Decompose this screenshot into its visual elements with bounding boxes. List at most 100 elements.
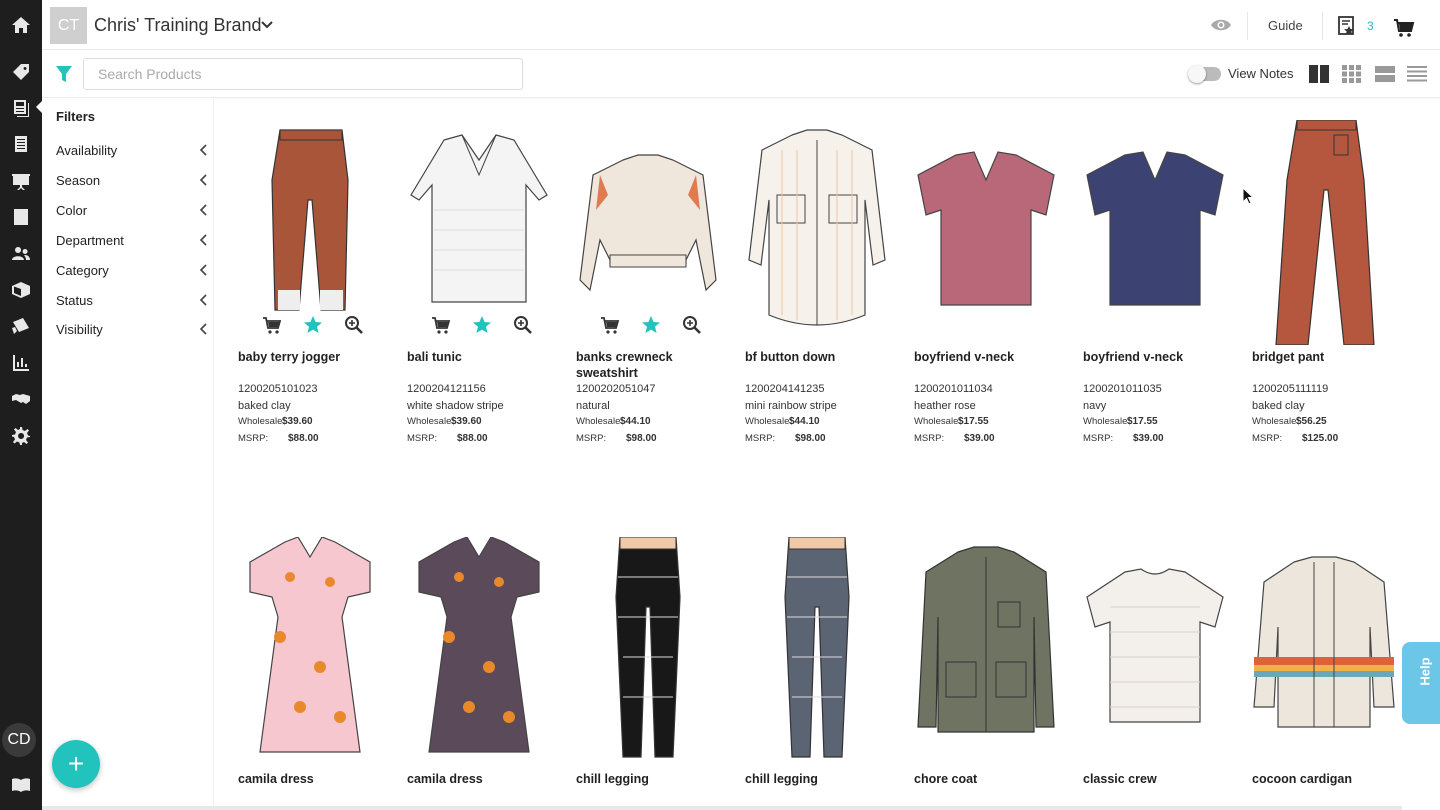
- add-product-button[interactable]: +: [52, 740, 100, 788]
- help-tab[interactable]: Help: [1402, 642, 1440, 724]
- notes-star-icon[interactable]: [1338, 16, 1356, 36]
- product-name[interactable]: classic crew: [1083, 771, 1233, 787]
- filter-availability[interactable]: Availability: [56, 141, 210, 161]
- tag-icon[interactable]: [7, 58, 35, 86]
- orders-icon[interactable]: [7, 312, 35, 340]
- vneck-sketch-icon[interactable]: [1075, 120, 1235, 345]
- checklist-icon[interactable]: [7, 203, 35, 231]
- product-name[interactable]: banks crewneck sweatshirt: [576, 349, 726, 381]
- chevron-left-icon: [199, 204, 207, 216]
- settings-gear-icon[interactable]: [7, 422, 35, 450]
- brand-name[interactable]: Chris' Training Brand: [94, 15, 262, 36]
- view-notes-toggle[interactable]: [1188, 65, 1221, 83]
- legging-sketch-icon[interactable]: [568, 536, 728, 762]
- eye-icon[interactable]: [1210, 16, 1232, 34]
- filter-department[interactable]: Department: [56, 231, 210, 251]
- cart-icon[interactable]: [1393, 18, 1415, 38]
- msrp-price: $98.00: [626, 433, 657, 444]
- filters-panel: Filters Availability Season Color Depart…: [42, 98, 214, 810]
- customers-icon[interactable]: [7, 240, 35, 268]
- pant-sketch-icon[interactable]: [1244, 119, 1404, 346]
- add-to-cart-icon[interactable]: [431, 315, 451, 335]
- zoom-in-icon[interactable]: [682, 315, 702, 335]
- favorite-star-icon[interactable]: [641, 315, 661, 335]
- reports-chart-icon[interactable]: [7, 349, 35, 377]
- favorite-star-icon[interactable]: [472, 315, 492, 335]
- product-name[interactable]: chore coat: [914, 771, 1064, 787]
- inventory-box-icon[interactable]: [7, 276, 35, 304]
- filter-funnel-icon[interactable]: [55, 65, 73, 83]
- filter-label: Availability: [56, 143, 118, 158]
- linesheet-icon[interactable]: [7, 94, 35, 122]
- filter-status[interactable]: Status: [56, 291, 210, 311]
- product-name[interactable]: boyfriend v-neck: [914, 349, 1064, 365]
- home-icon[interactable]: [7, 11, 35, 39]
- brand-logo[interactable]: CT: [50, 7, 87, 44]
- book-icon[interactable]: [7, 771, 35, 799]
- product-name[interactable]: bridget pant: [1252, 349, 1402, 365]
- product-name[interactable]: bali tunic: [407, 349, 557, 365]
- handshake-icon[interactable]: [7, 385, 35, 413]
- product-name[interactable]: camila dress: [407, 771, 557, 787]
- msrp-label: MSRP:: [576, 433, 607, 444]
- cardigan-sketch-icon[interactable]: [1244, 537, 1404, 762]
- wholesale-label: Wholesale:: [576, 416, 623, 427]
- guide-link[interactable]: Guide: [1268, 18, 1303, 33]
- view-notes-label: View Notes: [1228, 66, 1294, 81]
- view-small-grid-icon[interactable]: [1342, 65, 1362, 83]
- wholesale-label: Wholesale:: [745, 416, 792, 427]
- wholesale-price: $39.60: [451, 416, 482, 427]
- vneck-sketch-icon[interactable]: [906, 120, 1066, 345]
- product-name[interactable]: boyfriend v-neck: [1083, 349, 1233, 365]
- product-sku: 1200204141235: [745, 383, 825, 395]
- notes-count-badge[interactable]: 3: [1367, 19, 1374, 33]
- toggle-knob: [1188, 65, 1206, 83]
- tunic-sketch-icon[interactable]: [399, 120, 559, 345]
- chevron-left-icon: [199, 294, 207, 306]
- msrp-label: MSRP:: [238, 433, 269, 444]
- chevron-down-icon[interactable]: [260, 18, 274, 32]
- chevron-left-icon: [199, 234, 207, 246]
- zoom-in-icon[interactable]: [344, 315, 364, 335]
- filter-color[interactable]: Color: [56, 201, 210, 221]
- app: CD CT Chris' Training Brand Guide 3 View…: [0, 0, 1440, 810]
- filter-visibility[interactable]: Visibility: [56, 320, 210, 340]
- favorite-star-icon[interactable]: [303, 315, 323, 335]
- catalog-icon[interactable]: [7, 130, 35, 158]
- add-to-cart-icon[interactable]: [600, 315, 620, 335]
- view-list-icon[interactable]: [1407, 65, 1427, 83]
- product-name[interactable]: chill legging: [745, 771, 895, 787]
- user-avatar[interactable]: CD: [2, 723, 36, 757]
- filter-category[interactable]: Category: [56, 261, 210, 281]
- tee-sketch-icon[interactable]: [1075, 537, 1235, 762]
- shirt-sketch-icon[interactable]: [737, 120, 897, 345]
- product-name[interactable]: bf button down: [745, 349, 895, 365]
- product-color: white shadow stripe: [407, 400, 504, 412]
- filters-title: Filters: [56, 109, 96, 124]
- product-sku: 1200205111119: [1252, 383, 1329, 395]
- filter-season[interactable]: Season: [56, 171, 210, 191]
- view-large-grid-icon[interactable]: [1309, 65, 1329, 83]
- dress-sketch-icon[interactable]: [399, 536, 559, 762]
- horizontal-scrollbar[interactable]: [42, 806, 1402, 810]
- product-name[interactable]: cocoon cardigan: [1252, 771, 1402, 787]
- product-name[interactable]: camila dress: [238, 771, 388, 787]
- coat-sketch-icon[interactable]: [906, 537, 1066, 762]
- product-sku: 1200205101023: [238, 383, 318, 395]
- view-rows-icon[interactable]: [1375, 65, 1395, 83]
- jogger-sketch-icon[interactable]: [230, 120, 390, 345]
- product-name[interactable]: baby terry jogger: [238, 349, 388, 365]
- product-toolbar: View Notes: [42, 50, 1440, 98]
- wholesale-label: Wholesale:: [1083, 416, 1130, 427]
- dress-sketch-icon[interactable]: [230, 536, 390, 762]
- product-name[interactable]: chill legging: [576, 771, 726, 787]
- search-products-input[interactable]: [83, 58, 523, 90]
- add-to-cart-icon[interactable]: [262, 315, 282, 335]
- divider: [1322, 12, 1323, 40]
- presentation-icon[interactable]: [7, 167, 35, 195]
- zoom-in-icon[interactable]: [513, 315, 533, 335]
- msrp-price: $88.00: [288, 433, 319, 444]
- product-sku: 1200201011034: [914, 383, 993, 395]
- legging-sketch-icon[interactable]: [737, 536, 897, 762]
- sweatshirt-sketch-icon[interactable]: [568, 120, 728, 345]
